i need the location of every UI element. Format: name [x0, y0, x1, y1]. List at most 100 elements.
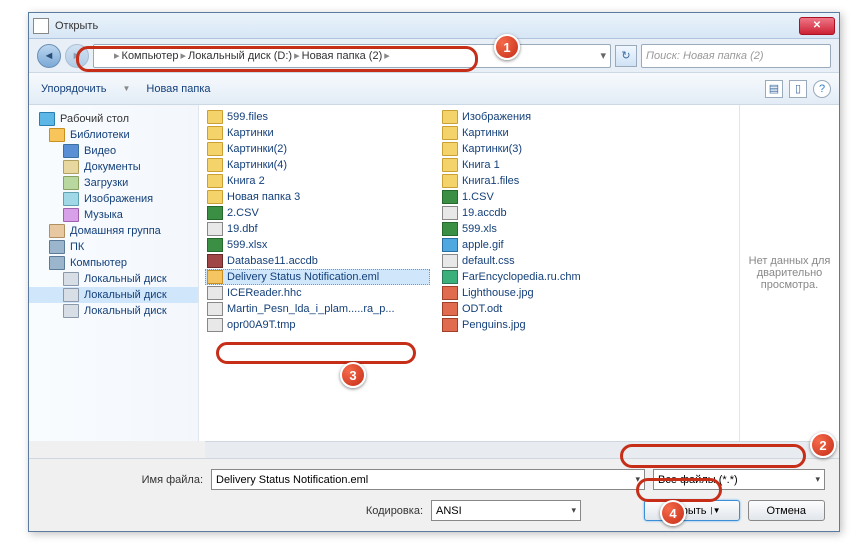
back-button[interactable]: ◄: [37, 44, 61, 68]
nav-row: ◄ ► ▸ Компьютер ▸ Локальный диск (D:) ▸ …: [29, 39, 839, 73]
newfolder-button[interactable]: Новая папка: [142, 81, 214, 97]
documents-icon: [63, 160, 79, 174]
homegroup-icon: [49, 224, 65, 238]
jpg-icon: [442, 318, 458, 332]
nav-disk-1[interactable]: Локальный диск: [29, 271, 198, 287]
callout-4: 4: [660, 500, 686, 526]
pc-icon: [49, 240, 65, 254]
nav-downloads[interactable]: Загрузки: [29, 175, 198, 191]
file-item[interactable]: Книга 2: [205, 173, 430, 189]
file-item[interactable]: Martin_Pesn_lda_i_plam.....ra_p...: [205, 301, 430, 317]
folder-icon: [207, 142, 223, 156]
file-item[interactable]: Книга1.files: [440, 173, 665, 189]
file-item[interactable]: Новая папка 3: [205, 189, 430, 205]
search-placeholder: Поиск: Новая папка (2): [646, 50, 764, 62]
nav-desktop[interactable]: Рабочий стол: [29, 111, 198, 127]
nav-computer[interactable]: Компьютер: [29, 255, 198, 271]
crumb-0[interactable]: Компьютер: [122, 50, 179, 62]
file-item[interactable]: 599.xlsx: [205, 237, 430, 253]
dbf-icon: [442, 206, 458, 220]
file-item[interactable]: FarEncyclopedia.ru.chm: [440, 269, 665, 285]
file-item[interactable]: ICEReader.hhc: [205, 285, 430, 301]
forward-button[interactable]: ►: [65, 44, 89, 68]
nav-documents[interactable]: Документы: [29, 159, 198, 175]
nav-libraries[interactable]: Библиотеки: [29, 127, 198, 143]
file-name: opr00A9T.tmp: [227, 319, 295, 331]
view-mode-button[interactable]: ▤: [765, 80, 783, 98]
file-name: Картинки: [462, 127, 509, 139]
music-icon: [63, 208, 79, 222]
computer-icon: [98, 50, 112, 62]
cancel-button[interactable]: Отмена: [748, 500, 825, 521]
xls-icon: [442, 222, 458, 236]
titlebar: Открыть ✕: [29, 13, 839, 39]
encoding-combo[interactable]: ANSI: [431, 500, 581, 521]
nav-disk-2[interactable]: Локальный диск: [29, 287, 198, 303]
file-name: Delivery Status Notification.eml: [227, 271, 379, 283]
eml-icon: [207, 270, 223, 284]
file-item[interactable]: 2.CSV: [205, 205, 430, 221]
dbf-icon: [207, 302, 223, 316]
file-item[interactable]: Penguins.jpg: [440, 317, 665, 333]
nav-images[interactable]: Изображения: [29, 191, 198, 207]
library-icon: [49, 128, 65, 142]
filter-combo[interactable]: Все файлы (*.*): [653, 469, 825, 490]
file-item[interactable]: Картинки: [440, 125, 665, 141]
h-scrollbar[interactable]: [205, 441, 833, 458]
nav-pc[interactable]: ПК: [29, 239, 198, 255]
file-name: 599.xls: [462, 223, 497, 235]
file-item[interactable]: Картинки: [205, 125, 430, 141]
file-item[interactable]: 599.xls: [440, 221, 665, 237]
file-item[interactable]: default.css: [440, 253, 665, 269]
odt-icon: [442, 302, 458, 316]
xls-icon: [207, 206, 223, 220]
address-bar[interactable]: ▸ Компьютер ▸ Локальный диск (D:) ▸ Нова…: [93, 44, 611, 68]
close-button[interactable]: ✕: [799, 17, 835, 35]
jpg-icon: [442, 286, 458, 300]
refresh-button[interactable]: ↻: [615, 45, 637, 67]
nav-disk-3[interactable]: Локальный диск: [29, 303, 198, 319]
file-item[interactable]: Картинки(4): [205, 157, 430, 173]
file-name: Новая папка 3: [227, 191, 300, 203]
file-name: 19.dbf: [227, 223, 258, 235]
help-button[interactable]: ?: [813, 80, 831, 98]
search-input[interactable]: Поиск: Новая папка (2): [641, 44, 831, 68]
file-item[interactable]: 1.CSV: [440, 189, 665, 205]
file-item[interactable]: Картинки(3): [440, 141, 665, 157]
disk-icon: [63, 288, 79, 302]
preview-pane: Нет данных для дварительно просмотра.: [739, 105, 839, 441]
file-item[interactable]: apple.gif: [440, 237, 665, 253]
file-item[interactable]: Database11.accdb: [205, 253, 430, 269]
file-item[interactable]: ODT.odt: [440, 301, 665, 317]
file-item[interactable]: Изображения: [440, 109, 665, 125]
file-item[interactable]: opr00A9T.tmp: [205, 317, 430, 333]
video-icon: [63, 144, 79, 158]
folder-icon: [207, 174, 223, 188]
file-item[interactable]: Delivery Status Notification.eml: [205, 269, 430, 285]
filename-input[interactable]: Delivery Status Notification.eml: [211, 469, 645, 490]
nav-homegroup[interactable]: Домашняя группа: [29, 223, 198, 239]
footer: Имя файла: Delivery Status Notification.…: [29, 458, 839, 531]
callout-2: 2: [810, 432, 836, 458]
disk-icon: [63, 272, 79, 286]
file-name: Lighthouse.jpg: [462, 287, 534, 299]
nav-video[interactable]: Видео: [29, 143, 198, 159]
folder-icon: [207, 158, 223, 172]
crumb-1[interactable]: Локальный диск (D:): [188, 50, 292, 62]
file-item[interactable]: Lighthouse.jpg: [440, 285, 665, 301]
preview-pane-button[interactable]: ▯: [789, 80, 807, 98]
file-item[interactable]: 19.dbf: [205, 221, 430, 237]
callout-3: 3: [340, 362, 366, 388]
crumb-2[interactable]: Новая папка (2): [302, 50, 383, 62]
file-name: FarEncyclopedia.ru.chm: [462, 271, 581, 283]
file-item[interactable]: 19.accdb: [440, 205, 665, 221]
open-button[interactable]: Открыть|▼: [644, 500, 739, 521]
file-list: 599.filesКартинкиКартинки(2)Картинки(4)К…: [199, 105, 739, 441]
downloads-icon: [63, 176, 79, 190]
file-name: Изображения: [462, 111, 531, 123]
file-item[interactable]: 599.files: [205, 109, 430, 125]
organize-button[interactable]: Упорядочить: [37, 81, 110, 97]
file-item[interactable]: Книга 1: [440, 157, 665, 173]
file-item[interactable]: Картинки(2): [205, 141, 430, 157]
nav-music[interactable]: Музыка: [29, 207, 198, 223]
